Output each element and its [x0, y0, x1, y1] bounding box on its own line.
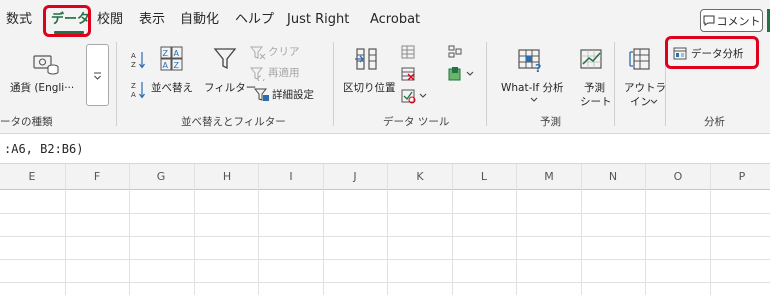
currency-data-type-button[interactable]: 通貨 (Engli··· — [10, 82, 74, 95]
forecast-sheet-icon — [580, 49, 602, 69]
sort-ascending-icon[interactable]: A Z — [131, 50, 145, 70]
group-separator — [333, 42, 334, 126]
data-tab-highlight — [43, 5, 91, 37]
formula-text[interactable]: :A6, B2:B6) — [4, 142, 83, 156]
what-if-analysis-icon: ? — [518, 49, 541, 74]
svg-text:A: A — [131, 91, 136, 99]
svg-text:A: A — [163, 61, 169, 70]
svg-text:Z: Z — [174, 61, 180, 70]
column-header[interactable]: O — [668, 170, 688, 183]
column-gridline — [452, 164, 453, 295]
chevron-down-icon — [650, 99, 658, 104]
column-header[interactable]: E — [22, 170, 42, 183]
svg-text:A: A — [174, 49, 180, 58]
data-types-gallery-dropdown[interactable] — [86, 44, 109, 106]
data-analysis-highlight — [665, 36, 759, 69]
outline-button-line2[interactable]: イン — [630, 96, 651, 109]
tab-view[interactable]: 表示 — [139, 11, 165, 29]
formula-bar[interactable]: :A6, B2:B6) — [0, 134, 770, 164]
svg-text:A: A — [131, 52, 136, 60]
column-gridline — [323, 164, 324, 295]
column-header[interactable]: L — [474, 170, 494, 183]
reapply-icon — [250, 67, 265, 81]
sort-descending-icon[interactable]: Z A — [131, 80, 145, 100]
column-gridline — [129, 164, 130, 295]
sort-filter-group-label: 並べ替えとフィルター — [181, 116, 286, 128]
chevron-down-icon — [530, 97, 538, 102]
column-header[interactable]: H — [217, 170, 237, 183]
svg-text:?: ? — [535, 62, 541, 74]
column-header[interactable]: P — [732, 170, 752, 183]
column-gridline — [194, 164, 195, 295]
column-header[interactable]: F — [87, 170, 107, 183]
advanced-filter-button[interactable]: 詳細設定 — [272, 89, 314, 102]
group-separator — [116, 42, 117, 126]
flash-fill-icon[interactable] — [400, 44, 416, 60]
remove-duplicates-icon[interactable] — [400, 66, 416, 82]
data-validation-icon[interactable] — [400, 88, 428, 104]
tab-formulas[interactable]: 数式 — [6, 11, 32, 29]
outline-icon — [629, 48, 650, 70]
currency-data-type-icon — [33, 55, 59, 75]
filter-icon — [213, 48, 237, 70]
forecast-sheet-button-line1[interactable]: 予測 — [584, 82, 605, 95]
column-gridline — [258, 164, 259, 295]
data-types-group-label: ータの種類 — [0, 116, 53, 128]
what-if-analysis-button[interactable]: What-If 分析 — [501, 82, 564, 95]
column-header[interactable]: G — [151, 170, 171, 183]
clear-filter-icon — [250, 46, 266, 60]
comment-icon — [703, 15, 714, 26]
tab-acrobat[interactable]: Acrobat — [370, 11, 420, 29]
chevron-down-icon — [94, 71, 101, 80]
column-gridline — [516, 164, 517, 295]
svg-text:Z: Z — [163, 49, 169, 58]
column-header[interactable]: J — [345, 170, 365, 183]
column-header[interactable]: I — [281, 170, 301, 183]
row-gridline — [0, 282, 770, 283]
consolidate-icon[interactable] — [447, 44, 463, 60]
data-tools-group-label: データ ツール — [383, 116, 450, 128]
ribbon-tab-bar: 数式 データ 校閲 表示 自動化 ヘルプ Just Right Acrobat … — [0, 0, 770, 38]
column-gridline — [65, 164, 66, 295]
column-header[interactable]: N — [603, 170, 623, 183]
text-to-columns-icon — [355, 48, 377, 70]
outline-button-line1[interactable]: アウトラ — [624, 82, 666, 95]
tab-review[interactable]: 校閲 — [97, 11, 123, 29]
column-gridline — [581, 164, 582, 295]
group-separator — [614, 42, 615, 126]
tab-automate[interactable]: 自動化 — [180, 11, 219, 29]
text-to-columns-button[interactable]: 区切り位置 — [343, 82, 396, 95]
forecast-sheet-button-line2[interactable]: シート — [580, 96, 612, 109]
data-model-icon[interactable] — [447, 66, 475, 82]
comment-button-label: コメント — [716, 14, 761, 28]
column-header[interactable]: K — [410, 170, 430, 183]
sort-icon: Z A A Z — [160, 46, 183, 71]
tab-help[interactable]: ヘルプ — [235, 11, 274, 29]
svg-text:Z: Z — [131, 82, 136, 90]
ribbon: 通貨 (Engli··· ータの種類 A Z Z A Z A A Z 並べ替え … — [0, 36, 770, 134]
column-header-row: E F G H I J K L M N O P — [0, 164, 770, 190]
row-gridline — [0, 259, 770, 260]
tab-just-right[interactable]: Just Right — [287, 11, 349, 29]
analysis-group-label: 分析 — [704, 116, 725, 128]
svg-text:Z: Z — [131, 61, 136, 69]
column-gridline — [645, 164, 646, 295]
clear-filter-button[interactable]: クリア — [268, 46, 300, 59]
comment-button[interactable]: コメント — [700, 9, 763, 32]
group-separator — [486, 42, 487, 126]
column-gridline — [710, 164, 711, 295]
column-gridline — [387, 164, 388, 295]
advanced-filter-icon — [254, 88, 269, 101]
column-header[interactable]: M — [539, 170, 559, 183]
forecast-group-label: 予測 — [540, 116, 561, 128]
reapply-button[interactable]: 再適用 — [268, 67, 300, 80]
row-gridline — [0, 213, 770, 214]
sort-button[interactable]: 並べ替え — [151, 82, 193, 95]
row-gridline — [0, 236, 770, 237]
filter-button[interactable]: フィルター — [204, 82, 256, 95]
